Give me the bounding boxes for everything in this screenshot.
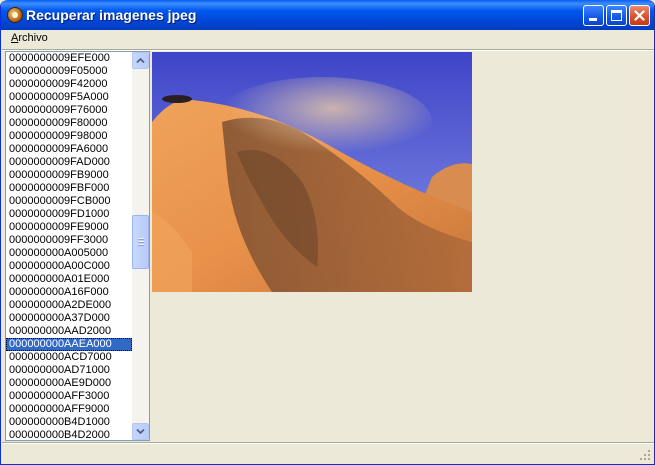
status-bar	[2, 443, 654, 464]
app-icon[interactable]	[7, 7, 23, 23]
list-item[interactable]: 000000000A37D000	[6, 312, 132, 325]
list-item[interactable]: 000000000A2DE000	[6, 299, 132, 312]
offset-list: 0000000009EFE000 0000000009F05000 00000000…	[6, 52, 132, 440]
list-item[interactable]: 000000000A16F000	[6, 286, 132, 299]
list-item[interactable]: 000000000AAD2000	[6, 325, 132, 338]
close-button[interactable]	[629, 5, 650, 26]
list-item[interactable]: 0000000009FB9000	[6, 169, 132, 182]
list-item[interactable]: 000000000A005000	[6, 247, 132, 260]
list-item[interactable]: 0000000009F80000	[6, 117, 132, 130]
list-item[interactable]: 000000000A01E000	[6, 273, 132, 286]
menu-bar: Archivo	[2, 30, 654, 49]
scroll-up-button[interactable]	[132, 52, 149, 69]
jpeg-preview-image	[152, 52, 472, 292]
list-item[interactable]: 000000000AFF3000	[6, 390, 132, 403]
thumb-grip-line	[138, 238, 144, 240]
list-item[interactable]: 0000000009FF3000	[6, 234, 132, 247]
minimize-icon	[589, 18, 597, 21]
list-item[interactable]: 0000000009F42000	[6, 78, 132, 91]
menu-archivo[interactable]: Archivo	[11, 32, 48, 44]
list-item[interactable]: 0000000009FE9000	[6, 221, 132, 234]
list-item[interactable]: 0000000009FAD000	[6, 156, 132, 169]
main-window: Recuperar imagenes jpeg Archivo 00000000…	[0, 0, 655, 465]
thumb-grip-line	[138, 244, 144, 246]
image-preview	[152, 52, 472, 292]
list-item[interactable]: 000000000ACD7000	[6, 351, 132, 364]
scroll-down-button[interactable]	[132, 423, 149, 440]
arrow-up-icon	[136, 57, 145, 64]
list-item[interactable]: 000000000B4D2000	[6, 429, 132, 440]
list-item[interactable]: 0000000009FA6000	[6, 143, 132, 156]
close-icon	[634, 10, 645, 21]
size-grip-icon[interactable]	[639, 449, 651, 461]
arrow-down-icon	[136, 428, 145, 435]
list-item[interactable]: 0000000009EFE000	[6, 52, 132, 65]
menu-archivo-label: rchivo	[18, 32, 48, 44]
list-item[interactable]: 0000000009FD1000	[6, 208, 132, 221]
list-item[interactable]: 0000000009F76000	[6, 104, 132, 117]
list-item-selected[interactable]: 000000000AAEA000	[6, 338, 132, 351]
list-item[interactable]: 0000000009F5A000	[6, 91, 132, 104]
maximize-button[interactable]	[606, 5, 627, 26]
list-item[interactable]: 0000000009F98000	[6, 130, 132, 143]
list-item[interactable]: 0000000009FBF000	[6, 182, 132, 195]
list-item[interactable]: 000000000A00C000	[6, 260, 132, 273]
list-item[interactable]: 000000000B4D1000	[6, 416, 132, 429]
maximize-icon	[611, 10, 622, 21]
minimize-button[interactable]	[583, 5, 604, 26]
list-item[interactable]: 000000000AFF9000	[6, 403, 132, 416]
title-bar[interactable]: Recuperar imagenes jpeg	[1, 0, 654, 30]
list-item[interactable]: 000000000AD71000	[6, 364, 132, 377]
window-title: Recuperar imagenes jpeg	[26, 7, 197, 23]
list-item[interactable]: 000000000AE9D000	[6, 377, 132, 390]
vertical-scrollbar[interactable]	[132, 52, 149, 440]
offset-listbox[interactable]: 0000000009EFE000 0000000009F05000 00000000…	[5, 51, 150, 441]
list-item[interactable]: 0000000009FCB000	[6, 195, 132, 208]
thumb-grip-line	[138, 241, 144, 243]
list-item[interactable]: 0000000009F05000	[6, 65, 132, 78]
scroll-thumb[interactable]	[132, 215, 149, 269]
